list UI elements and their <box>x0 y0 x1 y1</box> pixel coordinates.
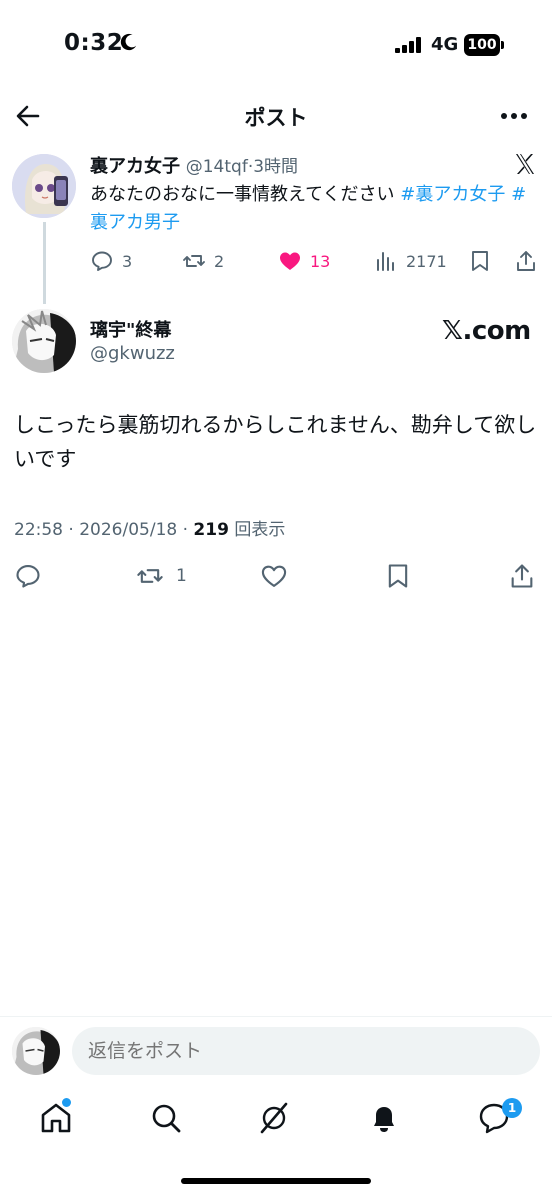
x-com-watermark: 𝕏.com <box>442 316 531 346</box>
share-button[interactable] <box>514 247 538 275</box>
views-button[interactable]: 2171 <box>374 247 447 275</box>
home-indicator <box>181 1178 371 1184</box>
quoted-post-header: 裏アカ女子 @14tqf·3時間 <box>90 152 298 178</box>
status-bar: 0:32 4G 100 <box>0 0 552 90</box>
bookmark-icon <box>472 251 488 271</box>
views-label: 回表示 <box>234 520 286 540</box>
quoted-post-actions: 3 2 13 2171 <box>90 247 542 275</box>
network-label: 4G <box>431 34 459 55</box>
avatar[interactable] <box>12 154 76 218</box>
home-notification-dot <box>62 1098 71 1107</box>
post-detail-screen: 0:32 4G 100 ポスト 裏アカ女子 @14tqf·3時間 あなたのおなに… <box>0 0 552 1200</box>
like-count: 13 <box>310 251 331 271</box>
repost-count: 1 <box>176 566 187 586</box>
top-header: ポスト <box>0 92 552 140</box>
reply-input[interactable] <box>72 1027 540 1075</box>
messages-badge: 1 <box>502 1098 522 1118</box>
author-name[interactable]: 裏アカ女子 <box>90 156 180 177</box>
share-button[interactable] <box>508 560 536 592</box>
status-time: 0:32 <box>64 30 124 56</box>
avatar[interactable] <box>12 1027 60 1075</box>
heart-outline-icon <box>261 565 287 587</box>
reply-button[interactable] <box>14 560 42 592</box>
heart-filled-icon <box>280 252 300 270</box>
repost-icon <box>137 569 163 583</box>
bottom-tab-bar <box>0 1090 552 1150</box>
more-options-icon[interactable] <box>498 102 530 130</box>
post-time: 3時間 <box>253 157 299 177</box>
views-count: 2171 <box>406 251 447 271</box>
post-metadata: 22:58 · 2026/05/18 · 219 回表示 <box>14 520 286 540</box>
author-handle[interactable]: @gkwuzz <box>90 343 175 364</box>
page-title: ポスト <box>244 106 308 130</box>
grok-icon[interactable] <box>256 1100 292 1136</box>
like-button[interactable]: 13 <box>278 247 330 275</box>
views-count: 219 <box>193 520 229 540</box>
bookmark-icon <box>388 564 408 588</box>
quoted-post-text: あなたのおなに一事情教えてください #裏アカ女子 #裏アカ男子 <box>90 181 540 237</box>
reply-button[interactable]: 3 <box>90 247 132 275</box>
battery-icon: 100 <box>464 34 504 56</box>
author-handle[interactable]: @14tqf <box>186 157 248 177</box>
share-icon <box>517 251 535 271</box>
bookmark-button[interactable] <box>468 247 492 275</box>
reply-icon <box>92 251 112 271</box>
post-body: あなたのおなに一事情教えてください <box>90 184 401 205</box>
reply-count: 3 <box>122 251 133 271</box>
post-date: 2026/05/18 <box>79 520 178 540</box>
post-body: しこったら裏筋切れるからしこれません、勘弁して欲しいです <box>14 413 537 471</box>
share-icon <box>511 564 533 588</box>
repost-count: 2 <box>214 251 225 271</box>
author-name[interactable]: 璃宇"終幕 <box>90 316 171 342</box>
anime-avatar-image <box>12 154 76 218</box>
reply-icon <box>16 565 40 588</box>
like-button[interactable] <box>260 560 288 592</box>
monochrome-avatar-image <box>12 1027 60 1075</box>
signal-icon <box>395 37 421 53</box>
x-logo-icon <box>516 154 534 174</box>
repost-button[interactable]: 1 <box>136 560 187 592</box>
thread-connector-line <box>43 222 46 304</box>
monochrome-avatar-image <box>12 309 76 373</box>
post-time: 22:58 <box>14 520 63 540</box>
moon-icon <box>120 33 137 51</box>
search-icon[interactable] <box>148 1100 184 1136</box>
bell-icon[interactable] <box>366 1100 402 1136</box>
avatar[interactable] <box>12 309 76 373</box>
hashtag-link[interactable]: #裏アカ女子 <box>400 184 505 205</box>
post-actions: 1 <box>0 560 552 592</box>
analytics-icon <box>377 252 394 271</box>
repost-icon <box>183 255 205 267</box>
repost-button[interactable]: 2 <box>182 247 224 275</box>
battery-level: 100 <box>464 34 500 56</box>
battery-cap <box>501 41 504 49</box>
bookmark-button[interactable] <box>384 560 412 592</box>
reply-composer <box>0 1016 552 1086</box>
